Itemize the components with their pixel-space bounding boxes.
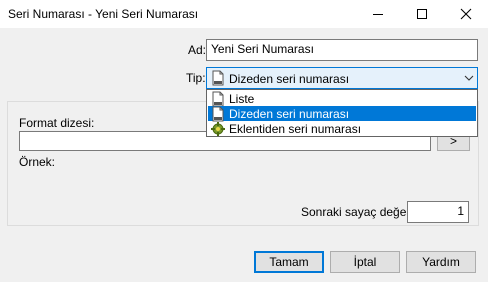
dropdown-item-liste[interactable]: Liste [208,91,476,107]
cancel-button-label: İptal [353,255,377,269]
tip-select-value: Dizeden seri numarası [229,72,350,86]
title-bar: Seri Numarası - Yeni Seri Numarası [0,0,488,28]
plugin-icon [211,122,225,136]
minimize-icon [373,14,383,15]
window-title: Seri Numarası - Yeni Seri Numarası [8,7,199,21]
ok-button-label: Tamam [269,255,309,269]
format-label: Format dizesi: [19,116,95,130]
ad-input-value: Yeni Seri Numarası [211,42,314,56]
dropdown-item-label: Liste [229,92,255,106]
ok-button[interactable]: Tamam [254,251,324,273]
example-label: Örnek: [19,155,56,169]
help-button-label: Yardım [422,255,460,269]
cancel-button[interactable]: İptal [330,251,400,273]
close-icon [460,8,472,20]
chevron-down-icon [464,75,474,81]
dropdown-item-dizeden[interactable]: Dizeden seri numarası [208,106,476,122]
counter-input-value: 1 [457,204,464,218]
dropdown-item-eklentiden[interactable]: Eklentiden seri numarası [208,121,476,136]
dropdown-item-label: Dizeden seri numarası [229,107,350,121]
minimize-button[interactable] [356,0,400,28]
help-button[interactable]: Yardım [406,251,476,273]
counter-label: Sonraki sayaç değeri: [301,205,417,219]
dropdown-item-label: Eklentiden seri numarası [229,122,362,136]
document-icon [212,106,224,122]
document-icon [212,91,224,107]
tip-select[interactable]: Dizeden seri numarası [206,67,478,89]
document-icon [212,70,224,86]
tip-label: Tip: [186,71,206,85]
ad-input[interactable]: Yeni Seri Numarası [206,39,478,61]
ad-label: Ad: [188,43,207,57]
counter-input[interactable]: 1 [407,201,469,223]
maximize-icon [417,9,427,19]
tip-dropdown-list: Liste Dizeden seri numarası Eklentiden s… [206,89,478,137]
close-button[interactable] [444,0,488,28]
maximize-button[interactable] [400,0,444,28]
